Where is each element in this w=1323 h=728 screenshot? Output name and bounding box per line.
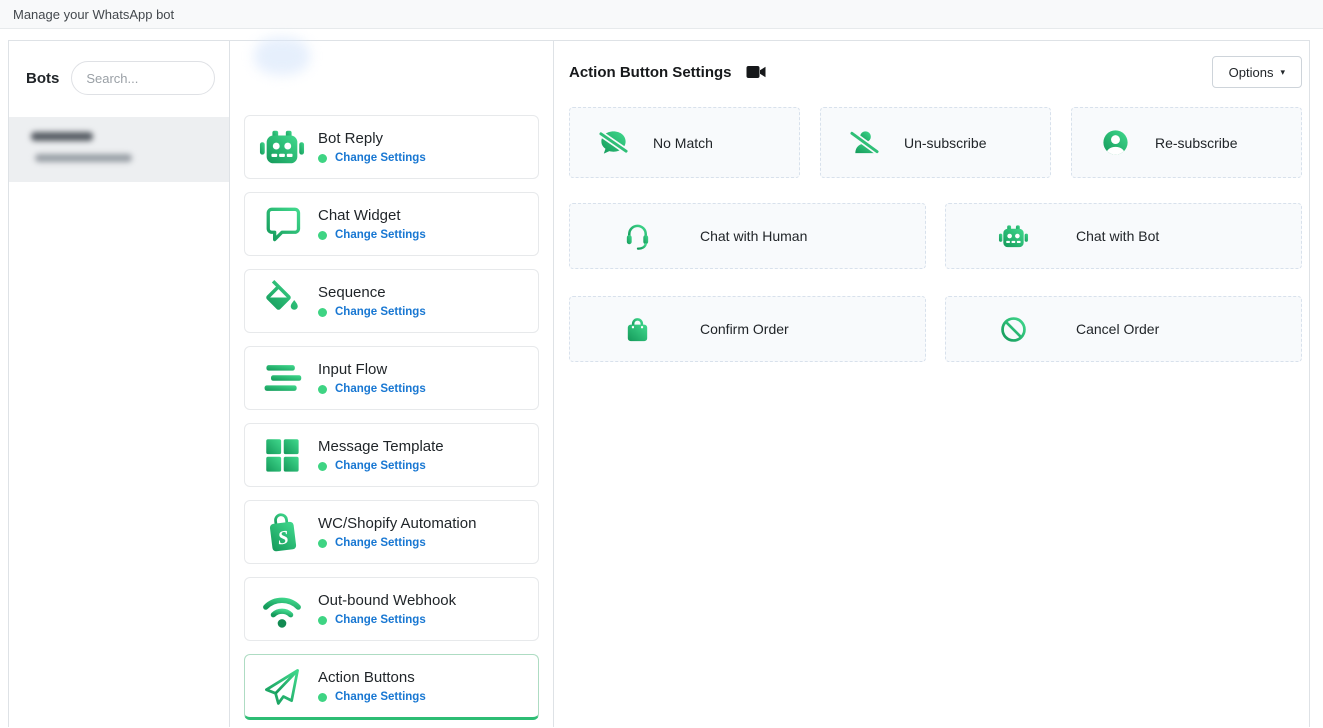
status-dot xyxy=(318,308,327,317)
paper-plane-icon xyxy=(255,664,309,708)
robot-icon xyxy=(998,221,1029,252)
chat-slash-icon xyxy=(598,127,629,158)
feature-card-shopify[interactable]: S WC/Shopify Automation Change Settings xyxy=(244,500,539,564)
action-tile-label: Chat with Human xyxy=(700,228,807,244)
action-tile-label: Un-subscribe xyxy=(904,135,986,151)
status-dot xyxy=(318,539,327,548)
change-settings-link[interactable]: Change Settings xyxy=(335,229,426,241)
options-button[interactable]: Options ▾ xyxy=(1212,56,1302,88)
feature-title: Input Flow xyxy=(318,361,426,378)
status-dot xyxy=(318,462,327,471)
action-button-settings-panel: Action Button Settings Options ▾ xyxy=(554,41,1309,727)
action-tile-label: Chat with Bot xyxy=(1076,228,1159,244)
feature-title: Out-bound Webhook xyxy=(318,592,456,609)
blurred-avatar-blob xyxy=(254,37,310,75)
redacted-bot-name xyxy=(31,132,93,141)
shopify-bag-icon: S xyxy=(255,510,309,554)
action-tile-cancel-order[interactable]: Cancel Order xyxy=(945,296,1302,362)
paint-fill-icon xyxy=(255,280,309,322)
feature-card-sequence[interactable]: Sequence Change Settings xyxy=(244,269,539,333)
action-tile-chat-with-human[interactable]: Chat with Human xyxy=(569,203,926,269)
action-tile-unsubscribe[interactable]: Un-subscribe xyxy=(820,107,1051,178)
feature-card-input-flow[interactable]: Input Flow Change Settings xyxy=(244,346,539,410)
action-tile-label: Re-subscribe xyxy=(1155,135,1237,151)
action-tile-label: Cancel Order xyxy=(1076,321,1159,337)
feature-title: Sequence xyxy=(318,284,426,301)
bots-sidebar: Bots xyxy=(9,41,230,727)
input-flow-icon xyxy=(255,356,309,400)
bot-icon xyxy=(255,124,309,170)
main-container: Bots xyxy=(8,40,1310,727)
bots-title: Bots xyxy=(26,70,59,87)
bots-search-input[interactable] xyxy=(71,61,215,95)
action-tile-resubscribe[interactable]: Re-subscribe xyxy=(1071,107,1302,178)
grid-icon xyxy=(255,434,309,476)
feature-title: WC/Shopify Automation xyxy=(318,515,476,532)
ban-icon xyxy=(998,314,1029,345)
headset-icon xyxy=(622,221,653,252)
action-tile-label: Confirm Order xyxy=(700,321,789,337)
status-dot xyxy=(318,231,327,240)
change-settings-link[interactable]: Change Settings xyxy=(335,691,426,703)
shopping-bag-icon xyxy=(622,314,653,345)
user-circle-icon xyxy=(1100,127,1131,158)
video-camera-icon[interactable] xyxy=(746,65,766,79)
panel-title: Action Button Settings xyxy=(569,64,731,81)
status-dot xyxy=(318,154,327,163)
page-header: Manage your WhatsApp bot xyxy=(0,0,1323,29)
change-settings-link[interactable]: Change Settings xyxy=(335,383,426,395)
features-column: Bot Reply Change Settings Chat Widget Ch… xyxy=(230,41,554,727)
status-dot xyxy=(318,385,327,394)
action-tile-no-match[interactable]: No Match xyxy=(569,107,800,178)
redacted-bot-phone xyxy=(35,154,132,162)
status-dot xyxy=(318,616,327,625)
feature-title: Bot Reply xyxy=(318,130,426,147)
feature-card-webhook[interactable]: Out-bound Webhook Change Settings xyxy=(244,577,539,641)
change-settings-link[interactable]: Change Settings xyxy=(335,614,426,626)
wifi-icon xyxy=(255,586,309,632)
chevron-down-icon: ▾ xyxy=(1280,67,1285,78)
change-settings-link[interactable]: Change Settings xyxy=(335,460,426,472)
status-dot xyxy=(318,693,327,702)
feature-card-action-buttons[interactable]: Action Buttons Change Settings xyxy=(244,654,539,720)
action-tile-label: No Match xyxy=(653,135,713,151)
selected-bot-item[interactable] xyxy=(9,117,229,182)
feature-title: Message Template xyxy=(318,438,444,455)
feature-card-chat-widget[interactable]: Chat Widget Change Settings xyxy=(244,192,539,256)
action-tile-confirm-order[interactable]: Confirm Order xyxy=(569,296,926,362)
user-slash-icon xyxy=(849,127,880,158)
chat-widget-icon xyxy=(255,202,309,246)
change-settings-link[interactable]: Change Settings xyxy=(335,306,426,318)
change-settings-link[interactable]: Change Settings xyxy=(335,152,426,164)
feature-card-bot-reply[interactable]: Bot Reply Change Settings xyxy=(244,115,539,179)
feature-card-message-template[interactable]: Message Template Change Settings xyxy=(244,423,539,487)
change-settings-link[interactable]: Change Settings xyxy=(335,537,426,549)
feature-title: Chat Widget xyxy=(318,207,426,224)
feature-title: Action Buttons xyxy=(318,669,426,686)
page-title: Manage your WhatsApp bot xyxy=(13,7,174,22)
action-tile-chat-with-bot[interactable]: Chat with Bot xyxy=(945,203,1302,269)
